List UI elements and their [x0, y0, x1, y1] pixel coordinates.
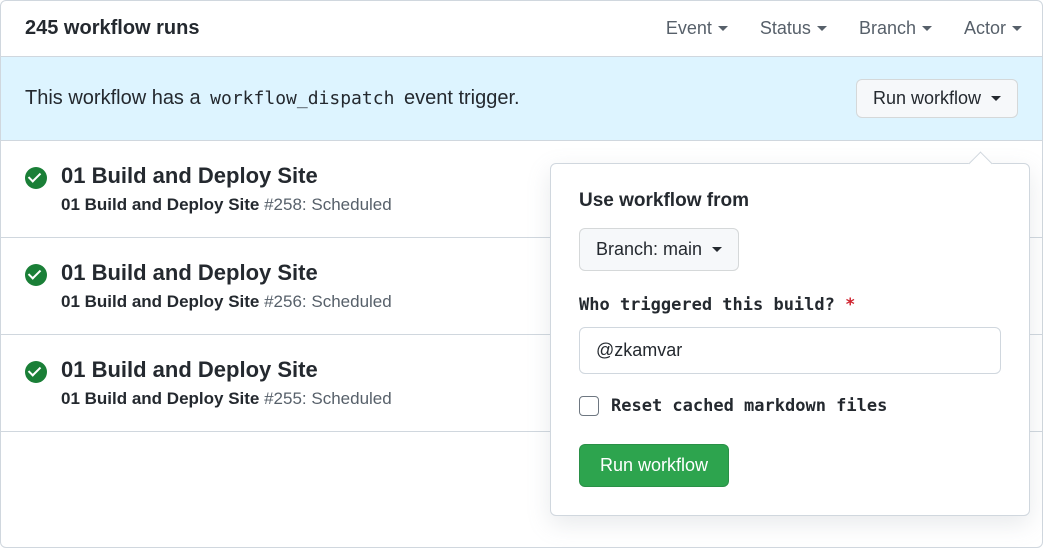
- workflow-runs-panel: 245 workflow runs Event Status Branch Ac…: [0, 0, 1043, 548]
- dispatch-banner: This workflow has a workflow_dispatch ev…: [1, 57, 1042, 141]
- required-asterisk: *: [845, 295, 855, 315]
- caret-down-icon: [712, 247, 722, 252]
- trigger-input-label-text: Who triggered this build?: [579, 295, 835, 315]
- branch-select-button[interactable]: Branch: main: [579, 228, 739, 271]
- filter-actor-label: Actor: [964, 18, 1006, 39]
- run-sub-bold: 01 Build and Deploy Site: [61, 292, 259, 311]
- filter-status-label: Status: [760, 18, 811, 39]
- run-count-title: 245 workflow runs: [25, 17, 200, 40]
- banner-text-after: event trigger.: [398, 87, 519, 109]
- caret-down-icon: [718, 26, 728, 31]
- trigger-input-label: Who triggered this build? *: [579, 295, 1001, 315]
- filter-event[interactable]: Event: [666, 18, 728, 39]
- success-icon: [25, 264, 47, 286]
- caret-down-icon: [817, 26, 827, 31]
- run-sub-rest: #255: Scheduled: [259, 389, 391, 408]
- reset-cache-row: Reset cached markdown files: [579, 396, 1001, 416]
- filter-branch[interactable]: Branch: [859, 18, 932, 39]
- caret-down-icon: [922, 26, 932, 31]
- filter-status[interactable]: Status: [760, 18, 827, 39]
- dispatch-banner-text: This workflow has a workflow_dispatch ev…: [25, 87, 520, 110]
- trigger-input[interactable]: [579, 327, 1001, 374]
- run-sub-bold: 01 Build and Deploy Site: [61, 389, 259, 408]
- reset-cache-label: Reset cached markdown files: [611, 396, 887, 416]
- filter-event-label: Event: [666, 18, 712, 39]
- banner-text-before: This workflow has a: [25, 87, 206, 109]
- filter-actor[interactable]: Actor: [964, 18, 1022, 39]
- run-workflow-heading: Use workflow from: [579, 190, 1001, 212]
- run-workflow-label: Run workflow: [873, 88, 981, 109]
- run-workflow-dropdown-button[interactable]: Run workflow: [856, 79, 1018, 118]
- success-icon: [25, 361, 47, 383]
- filter-bar: Event Status Branch Actor: [666, 18, 1022, 39]
- caret-down-icon: [991, 96, 1001, 101]
- banner-code: workflow_dispatch: [206, 88, 398, 109]
- run-sub-rest: #258: Scheduled: [259, 195, 391, 214]
- caret-down-icon: [1012, 26, 1022, 31]
- run-sub-rest: #256: Scheduled: [259, 292, 391, 311]
- filter-branch-label: Branch: [859, 18, 916, 39]
- list-header: 245 workflow runs Event Status Branch Ac…: [1, 1, 1042, 57]
- run-workflow-submit-button[interactable]: Run workflow: [579, 444, 729, 487]
- branch-select-label: Branch: main: [596, 239, 702, 260]
- run-sub-bold: 01 Build and Deploy Site: [61, 195, 259, 214]
- success-icon: [25, 167, 47, 189]
- run-workflow-panel: Use workflow from Branch: main Who trigg…: [550, 163, 1030, 516]
- reset-cache-checkbox[interactable]: [579, 396, 599, 416]
